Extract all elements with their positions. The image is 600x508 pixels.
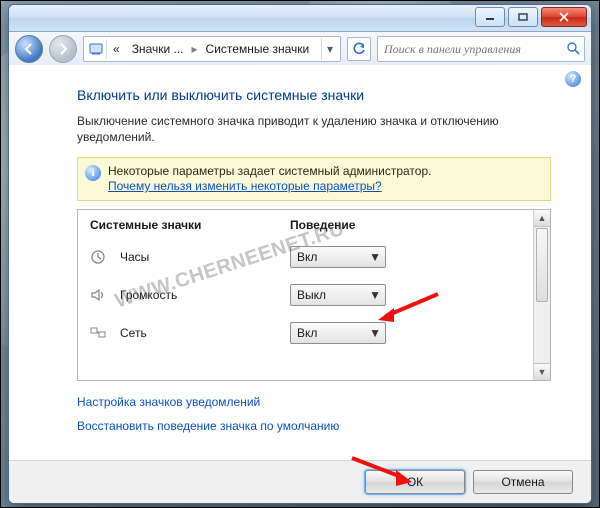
admin-info-text: Некоторые параметры задает системный адм… — [108, 164, 431, 178]
cancel-button[interactable]: Отмена — [473, 470, 573, 494]
row-label: Часы — [120, 250, 290, 264]
page-title: Включить или выключить системные значки — [77, 87, 551, 103]
row-network: Сеть Вкл▼ — [90, 314, 538, 352]
network-icon — [90, 324, 112, 342]
chevron-down-icon: ▼ — [369, 326, 381, 340]
network-behavior-select[interactable]: Вкл▼ — [290, 322, 386, 344]
refresh-button[interactable] — [347, 37, 371, 61]
clock-behavior-select[interactable]: Вкл▼ — [290, 246, 386, 268]
minimize-button[interactable] — [475, 7, 505, 27]
search-icon — [566, 41, 580, 58]
volume-icon — [90, 286, 112, 304]
breadcrumb-seg-2[interactable]: Системные значки — [200, 38, 316, 60]
column-header-behavior: Поведение — [290, 218, 440, 232]
dialog-footer: ОК Отмена — [9, 460, 591, 503]
row-clock: Часы Вкл▼ — [90, 238, 538, 276]
volume-behavior-select[interactable]: Выкл▼ — [290, 284, 386, 306]
scrollbar-down[interactable]: ▼ — [534, 363, 550, 380]
help-icon[interactable]: ? — [565, 71, 581, 87]
scrollbar-thumb[interactable] — [536, 228, 548, 302]
row-label: Сеть — [120, 326, 290, 340]
back-button[interactable] — [15, 35, 43, 63]
chevron-right-icon: ▸ — [190, 42, 200, 56]
chevron-down-icon: ▼ — [369, 288, 381, 302]
control-panel-window: « Значки ... ▸ Системные значки ▾ ? Вклю… — [8, 4, 592, 504]
list-scrollbar[interactable]: ▲ ▼ — [533, 210, 550, 380]
breadcrumb-bar[interactable]: « Значки ... ▸ Системные значки ▾ — [83, 36, 341, 62]
control-panel-icon — [86, 39, 107, 59]
search-input[interactable] — [382, 41, 566, 58]
clock-icon — [90, 248, 112, 266]
search-box[interactable] — [377, 36, 585, 62]
ok-button[interactable]: ОК — [365, 470, 465, 494]
scrollbar-up[interactable]: ▲ — [534, 210, 550, 227]
row-label: Громкость — [120, 288, 290, 302]
chevron-down-icon: ▼ — [369, 250, 381, 264]
nav-bar: « Значки ... ▸ Системные значки ▾ — [9, 32, 591, 67]
breadcrumb-seg-1[interactable]: Значки ... — [126, 38, 190, 60]
content-area: ? Включить или выключить системные значк… — [9, 65, 591, 503]
system-icons-list: Системные значки Поведение Часы Вкл▼ Гро… — [77, 209, 551, 381]
close-button[interactable] — [541, 7, 587, 27]
maximize-button[interactable] — [508, 7, 538, 27]
row-volume: Громкость Выкл▼ — [90, 276, 538, 314]
breadcrumb-dropdown[interactable]: ▾ — [321, 38, 338, 60]
forward-button[interactable] — [49, 35, 77, 63]
customize-icons-link[interactable]: Настройка значков уведомлений — [77, 395, 551, 409]
window-titlebar[interactable] — [9, 5, 591, 32]
info-icon: i — [85, 165, 101, 181]
why-disabled-link[interactable]: Почему нельзя изменить некоторые парамет… — [108, 179, 382, 193]
admin-info-box: i Некоторые параметры задает системный а… — [77, 157, 551, 201]
column-header-icon: Системные значки — [90, 218, 290, 232]
page-description: Выключение системного значка приводит к … — [77, 113, 551, 145]
restore-defaults-link[interactable]: Восстановить поведение значка по умолчан… — [77, 419, 551, 433]
breadcrumb-chevron[interactable]: « — [107, 38, 126, 60]
